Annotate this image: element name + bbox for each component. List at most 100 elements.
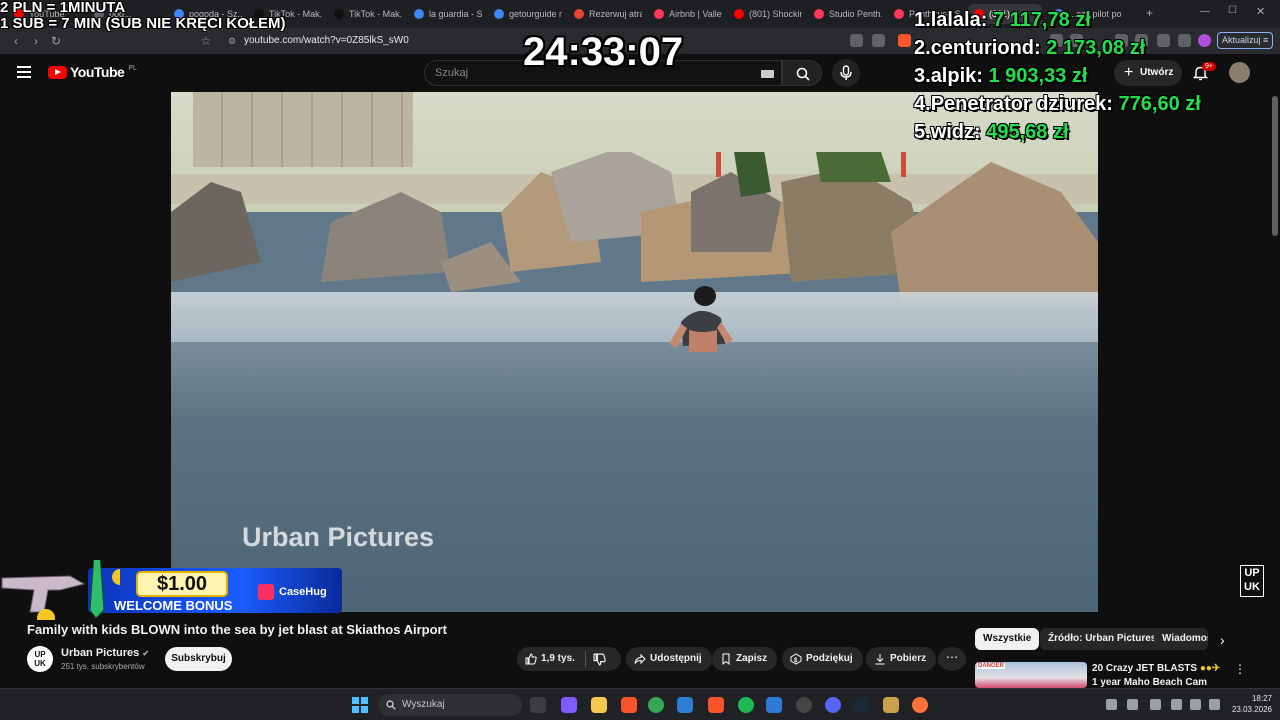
tray-chevron-icon[interactable] xyxy=(1106,699,1117,710)
subscribe-button[interactable]: Subskrybuj xyxy=(165,647,232,671)
clock-time: 18:27 xyxy=(1251,694,1272,703)
emoji-icons: ●●✈ xyxy=(1199,663,1221,674)
region-code: PL xyxy=(128,64,137,72)
related-video-subtitle: 1 year Maho Beach Cam xyxy=(1092,677,1208,688)
browser-tab[interactable]: Studio Penth... xyxy=(808,4,882,24)
share-arrow-icon xyxy=(634,653,646,665)
forward-button[interactable]: › xyxy=(28,33,44,49)
related-video-thumbnail[interactable]: DANGER xyxy=(975,662,1087,688)
firefox-icon[interactable] xyxy=(912,697,928,713)
video-title: Family with kids BLOWN into the sea by j… xyxy=(27,622,447,637)
brave-browser-icon[interactable] xyxy=(621,697,637,713)
task-view-icon[interactable] xyxy=(530,697,546,713)
keyboard-icon[interactable] xyxy=(761,70,774,78)
tray-app-icon[interactable] xyxy=(1127,699,1138,710)
tab-label: (801) Shockin... xyxy=(749,9,802,19)
reload-icon[interactable]: ↻ xyxy=(48,33,64,49)
update-button[interactable]: Aktualizuj ≡ xyxy=(1217,32,1273,49)
channel-avatar[interactable]: UP UK xyxy=(27,646,53,672)
tab-label: Studio Penth... xyxy=(829,9,882,19)
download-button[interactable]: Pobierz xyxy=(866,647,937,671)
browser-tab[interactable]: getourguide m... xyxy=(488,4,562,24)
thanks-button[interactable]: $ Podziękuj xyxy=(782,647,863,671)
cast-icon[interactable] xyxy=(850,34,863,47)
minimize-button[interactable]: — xyxy=(1200,6,1210,17)
site-info-icon[interactable]: ⚙ xyxy=(228,32,236,50)
user-avatar[interactable] xyxy=(1229,62,1250,83)
obs-icon[interactable] xyxy=(796,697,812,713)
browser-tab[interactable]: Rezerwuj atra... xyxy=(568,4,642,24)
ad-weapon-icon xyxy=(1,560,120,620)
voice-search-button[interactable] xyxy=(832,59,860,87)
browser-tab[interactable]: Airbnb | Valle... xyxy=(648,4,722,24)
taskbar-search-input[interactable]: Wyszukaj xyxy=(378,694,522,716)
video-player[interactable]: Urban Pictures xyxy=(171,92,1098,612)
channel-name[interactable]: Urban Pictures ✔ xyxy=(61,647,149,659)
more-actions-button[interactable]: ⋯ xyxy=(938,647,966,671)
share-button[interactable]: Udostępnij xyxy=(626,647,712,671)
youtube-logo[interactable]: YouTube PL xyxy=(48,64,137,80)
thumbnail-label: DANGER xyxy=(977,663,1006,669)
chips-next-arrow-icon[interactable]: › xyxy=(1220,632,1225,648)
chip-source[interactable]: Źródło: Urban Pictures xyxy=(1040,628,1165,650)
back-button[interactable]: ‹ xyxy=(8,33,24,49)
chip-news[interactable]: Wiadomości xyxy=(1154,628,1208,650)
tab-favicon-icon xyxy=(894,9,904,19)
volume-icon[interactable] xyxy=(1190,699,1201,710)
clock-date: 23.03.2026 xyxy=(1231,705,1272,714)
page-scrollbar-thumb[interactable] xyxy=(1272,96,1278,236)
bookmark-icon[interactable]: ☆ xyxy=(198,33,214,49)
tab-favicon-icon xyxy=(574,9,584,19)
video-watermark: Urban Pictures xyxy=(242,522,435,552)
tray-app-icon[interactable] xyxy=(1150,699,1161,710)
brave-browser-icon[interactable] xyxy=(708,697,724,713)
chrome-icon[interactable] xyxy=(648,697,664,713)
related-video-title[interactable]: 20 Crazy JET BLASTS ●●✈ xyxy=(1092,663,1220,674)
chip-all[interactable]: Wszystkie xyxy=(975,628,1040,650)
video-frame-person xyxy=(669,286,733,352)
taskbar-clock[interactable]: 18:27 23.03.2026 xyxy=(1228,693,1272,715)
app-icon[interactable] xyxy=(766,697,782,713)
browser-tab[interactable]: TikTok - Mak... xyxy=(328,4,402,24)
thumbs-down-icon[interactable] xyxy=(593,653,606,666)
maximize-button[interactable]: ☐ xyxy=(1228,5,1237,16)
casehug-logo-icon xyxy=(258,584,274,600)
search-placeholder: Szukaj xyxy=(435,67,469,79)
youtube-play-icon xyxy=(48,65,67,79)
promo-line-1: 2 PLN = 1MINUTA xyxy=(0,0,126,16)
copilot-icon[interactable] xyxy=(561,697,577,713)
ad-brand-name: CaseHug xyxy=(279,586,327,598)
tab-label: Rezerwuj atra... xyxy=(589,9,642,19)
store-icon[interactable] xyxy=(677,697,693,713)
file-explorer-icon[interactable] xyxy=(591,697,607,713)
youtube-wordmark: YouTube xyxy=(70,64,125,80)
thumbs-up-icon xyxy=(525,653,537,665)
channel-corner-logo[interactable]: UP UK xyxy=(1240,565,1264,597)
related-video-menu-icon[interactable]: ⋮ xyxy=(1234,662,1246,676)
brave-shield-icon[interactable] xyxy=(898,34,911,47)
close-window-button[interactable]: ✕ xyxy=(1256,5,1265,18)
hamburger-menu-icon[interactable] xyxy=(17,66,31,78)
donation-leaderboard: 1.lalala: 7 117,78 zł 2.centuriond: 2 17… xyxy=(914,6,1201,146)
steam-icon[interactable] xyxy=(853,697,869,713)
stream-promo-text: 2 PLN = 1MINUTA 1 SUB = 7 MIN (SUB NIE K… xyxy=(0,0,285,32)
casehug-ad-banner[interactable]: $1.00 WELCOME BONUS CaseHug xyxy=(0,550,342,620)
leaderboard-row: 3.alpik: 1 903,33 zł xyxy=(914,65,1088,87)
tab-label: TikTok - Mak... xyxy=(349,9,402,19)
search-button[interactable] xyxy=(782,60,822,86)
wifi-icon[interactable] xyxy=(1171,699,1182,710)
battery-icon[interactable] xyxy=(1209,699,1220,710)
spotify-icon[interactable] xyxy=(738,697,754,713)
browser-tab[interactable]: la guardia - S... xyxy=(408,4,482,24)
windows-start-icon[interactable] xyxy=(352,697,368,713)
tab-favicon-icon xyxy=(814,9,824,19)
app-icon[interactable] xyxy=(883,697,899,713)
browser-tab[interactable]: (801) Shockin... xyxy=(728,4,802,24)
discord-icon[interactable] xyxy=(825,697,841,713)
tab-favicon-icon xyxy=(734,9,744,19)
leaderboard-row: 2.centuriond: 2 173,08 zł xyxy=(914,37,1146,59)
share-icon[interactable] xyxy=(872,34,885,47)
windows-taskbar: Wyszukaj 18:27 23.03.2026 xyxy=(0,688,1280,720)
tab-favicon-icon xyxy=(334,9,344,19)
save-button[interactable]: Zapisz xyxy=(712,647,778,671)
